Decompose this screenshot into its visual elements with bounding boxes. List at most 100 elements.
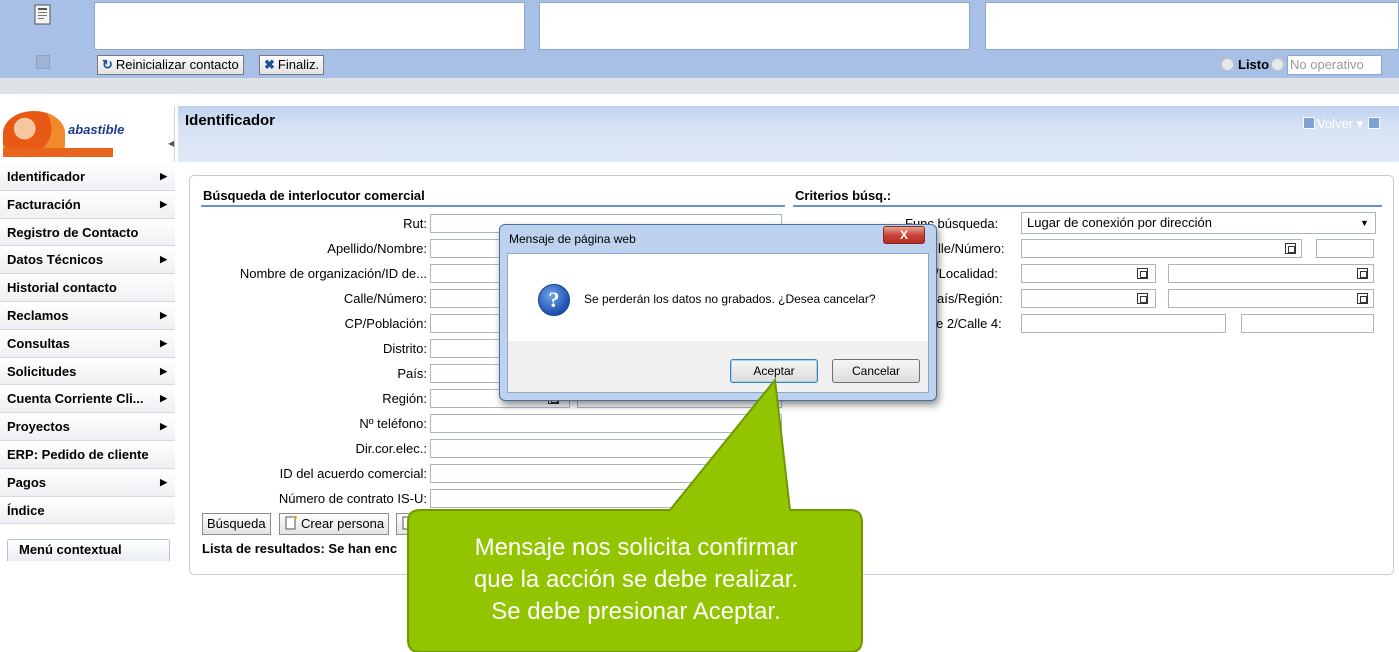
create-document-icon <box>285 515 297 530</box>
top-toolbar: ↻ Reinicializar contacto ✖ Finaliz. Listo … <box>0 0 1399 78</box>
submenu-arrow-icon: ▶ <box>160 476 167 487</box>
dialog-message: Se perderán los datos no grabados. ¿Dese… <box>584 292 876 306</box>
criteria-number-input[interactable] <box>1316 239 1374 258</box>
value-help-icon[interactable] <box>1357 293 1368 304</box>
sidebar-item-identificador[interactable]: Identificador ▶ <box>0 163 175 191</box>
label-country-region: aís/Región: <box>937 291 1003 306</box>
chevron-down-icon: ▼ <box>1360 218 1369 228</box>
ready-status-label: Listo <box>1238 57 1270 72</box>
label-calle-numero: Calle/Número: <box>343 291 427 306</box>
submenu-arrow-icon: ▶ <box>160 337 167 348</box>
section-title-criteria: Criterios búsq.: <box>795 188 892 203</box>
close-button[interactable]: X <box>883 226 925 244</box>
dialog-footer: Aceptar Cancelar <box>507 341 929 393</box>
forward-arrow-icon[interactable] <box>1368 117 1381 129</box>
sidebar-item-consultas[interactable]: Consultas ▶ <box>0 329 175 358</box>
create-person-button[interactable]: Crear persona <box>279 513 390 535</box>
submenu-arrow-icon: ▶ <box>160 421 167 432</box>
accept-button[interactable]: Aceptar <box>730 359 818 383</box>
criteria-street2-input[interactable] <box>1021 314 1226 333</box>
criteria-street-input[interactable] <box>1021 239 1302 258</box>
results-title: Lista de resultados: Se han enc <box>202 541 398 556</box>
refresh-icon: ↻ <box>102 57 113 72</box>
value-help-icon[interactable] <box>1285 243 1296 254</box>
reset-contact-button[interactable]: ↻ Reinicializar contacto <box>97 55 244 75</box>
criteria-street4-input[interactable] <box>1241 314 1374 333</box>
sidebar-item-datos-tecnicos[interactable]: Datos Técnicos ▶ <box>0 246 175 275</box>
sidebar-item-historial-contacto[interactable]: Historial contacto <box>0 274 175 302</box>
callout-text: Mensaje nos solicita confirmar que la ac… <box>412 532 860 628</box>
agreement-id-input[interactable] <box>430 464 782 483</box>
context-menu-tab[interactable]: Menú contextual <box>7 539 170 561</box>
content-header: Identificador <box>178 106 1399 162</box>
question-icon: ? <box>538 284 570 316</box>
value-help-icon[interactable] <box>1137 293 1148 304</box>
section-underline <box>793 205 1382 207</box>
not-operational-status-icon <box>1271 58 1284 71</box>
search-button[interactable]: Búsqueda <box>202 513 271 535</box>
info-panel-3 <box>985 2 1399 50</box>
label-acuerdo-comercial: ID del acuerdo comercial: <box>279 466 427 481</box>
company-logo: abastible <box>0 106 175 162</box>
criteria-region-input[interactable] <box>1168 289 1374 308</box>
label-email: Dir.cor.elec.: <box>355 441 427 456</box>
value-help-icon[interactable] <box>1357 268 1368 279</box>
label-telefono: Nº teléfono: <box>359 416 427 431</box>
separator-strip <box>0 78 1399 94</box>
label-locality: /Localidad: <box>935 266 998 281</box>
logo-brand-text: abastible <box>68 122 125 137</box>
ready-status-icon <box>1221 58 1234 71</box>
label-apellido-nombre: Apellido/Nombre: <box>327 241 427 256</box>
sidebar-item-registro-contacto[interactable]: Registro de Contacto <box>0 218 175 247</box>
phone-input[interactable] <box>430 414 782 433</box>
close-icon: X <box>899 228 908 242</box>
sidebar-item-indice[interactable]: Índice <box>0 496 175 525</box>
back-button[interactable]: Volver ▾ <box>1303 116 1381 132</box>
sidebar-menu: Identificador ▶ Facturación ▶ Registro de … <box>0 163 175 525</box>
sidebar-item-pagos[interactable]: Pagos ▶ <box>0 468 175 497</box>
label-cp-poblacion: CP/Población: <box>344 316 427 331</box>
criteria-locality-input[interactable] <box>1168 264 1374 283</box>
dialog-body: ? Se perderán los datos no grabados. ¿De… <box>507 253 929 341</box>
label-region: Región: <box>382 391 427 406</box>
submenu-arrow-icon: ▶ <box>160 171 167 181</box>
sidebar-item-facturacion[interactable]: Facturación ▶ <box>0 190 175 219</box>
finish-icon: ✖ <box>264 57 275 72</box>
page-title: Identificador <box>185 112 276 129</box>
status-select[interactable]: No operativo <box>1287 55 1382 75</box>
sidebar-item-solicitudes[interactable]: Solicitudes ▶ <box>0 357 175 386</box>
sidebar-item-reclamos[interactable]: Reclamos ▶ <box>0 301 175 330</box>
callout-line-2: que la acción se debe realizar. <box>473 566 799 593</box>
label-contrato-isu: Número de contrato IS-U: <box>278 491 427 506</box>
callout-line-3: Se debe presionar Aceptar. <box>491 598 781 625</box>
contract-number-input[interactable] <box>430 489 782 508</box>
search-type-select[interactable]: Lugar de conexión por dirección ▼ <box>1021 212 1376 234</box>
criteria-country-input[interactable] <box>1021 289 1156 308</box>
cancel-button[interactable]: Cancelar <box>832 359 920 383</box>
callout-line-1: Mensaje nos solicita confirmar <box>474 534 798 561</box>
label-organizacion: Nombre de organización/ID de... <box>239 266 427 281</box>
document-icon <box>402 515 414 530</box>
collapse-sidebar-icon[interactable]: ◀ <box>168 139 174 148</box>
confirm-dialog: Mensaje de página web X ? Se perderán lo… <box>499 224 937 401</box>
submenu-arrow-icon: ▶ <box>160 365 167 376</box>
criteria-postal-input[interactable] <box>1021 264 1156 283</box>
document-icon[interactable] <box>33 4 53 26</box>
separator-strip <box>0 94 1399 106</box>
dialog-title: Mensaje de página web <box>509 232 636 246</box>
logo-stripe <box>3 148 113 157</box>
sidebar-item-proyectos[interactable]: Proyectos ▶ <box>0 413 175 441</box>
back-arrow-icon <box>1303 117 1315 129</box>
finish-button[interactable]: ✖ Finaliz. <box>259 55 325 75</box>
label-street-number: lle/Número: <box>938 241 1005 256</box>
label-rut: Rut: <box>403 216 427 231</box>
section-title-search: Búsqueda de interlocutor comercial <box>203 188 425 203</box>
info-panel-2 <box>539 2 970 50</box>
sidebar-item-erp-pedido[interactable]: ERP: Pedido de cliente <box>0 440 175 469</box>
email-input[interactable] <box>430 439 782 458</box>
submenu-arrow-icon: ▶ <box>160 254 167 265</box>
label-distrito: Distrito: <box>382 341 427 356</box>
sidebar-item-cuenta-corriente[interactable]: Cuenta Corriente Cli... ▶ <box>0 385 175 414</box>
label-street24: e 2/Calle 4: <box>936 316 1002 331</box>
value-help-icon[interactable] <box>1137 268 1148 279</box>
